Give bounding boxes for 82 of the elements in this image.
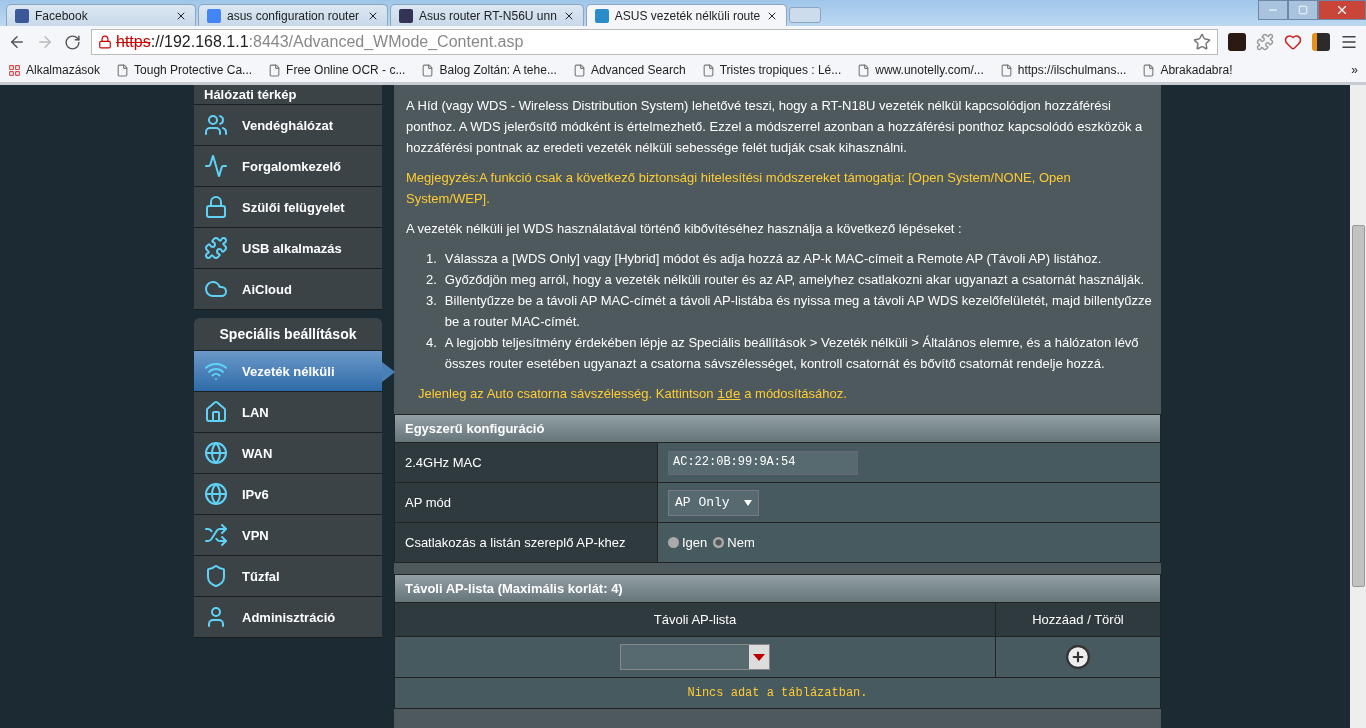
field-label: 2.4GHz MAC (395, 443, 657, 482)
back-icon[interactable] (8, 33, 26, 51)
sidebar-item[interactable]: USB alkalmazás (194, 228, 382, 269)
step-text: Válassza a [WDS Only] vagy [Hybrid] módot és adja hozzá az AP-k MAC-címeit a Remote AP (Távoli AP) listához. (444, 250, 1102, 268)
sidebar-item[interactable]: LAN (194, 392, 382, 433)
notice-text: Jelenleg az Auto csatorna sávszélesség. Kattintson ide a módosításához. (417, 385, 848, 404)
field-label: AP mód (395, 483, 657, 522)
browser-tab[interactable]: Asus router RT-N56U unn (390, 4, 584, 26)
sidebar-item[interactable]: AiCloud (194, 269, 382, 310)
radio-dot[interactable] (713, 537, 725, 548)
reload-icon[interactable] (64, 33, 81, 51)
bookmark-link[interactable]: Alkalmazások (8, 63, 101, 77)
section-header: Egyszerű konfiguráció (395, 415, 1160, 442)
sidebar-item[interactable]: Tűzfal (194, 556, 382, 597)
mac-field[interactable]: AC:22:0B:99:9A:54 (668, 450, 858, 475)
puzzle-icon[interactable] (1256, 33, 1274, 51)
more-bookmarks-button[interactable]: » (1351, 63, 1358, 77)
ap-list-select[interactable] (620, 644, 770, 670)
sidebar-item[interactable]: WAN (194, 433, 382, 474)
star-icon[interactable] (1193, 33, 1211, 51)
page-icon (701, 63, 715, 77)
page-icon (857, 63, 871, 77)
site-icon (594, 8, 609, 23)
empty-message: Nincs adat a táblázatban. (395, 677, 1160, 708)
page-icon (116, 63, 130, 77)
address-bar[interactable]: https://192.168.1.1:8443/Advanced_WMode_Content.asp (91, 29, 1218, 55)
browser-tab[interactable]: asus configuration router (198, 4, 388, 26)
restore-icon (1298, 5, 1308, 15)
column-header: Távoli AP-lista (395, 603, 995, 636)
steps-intro: A vezeték nélküli jel WDS használatával történő kibővítéséhez használja a következő lépéseket : (406, 220, 963, 238)
section-header: Távoli AP-lista (Maximális korlát: 4) (395, 575, 1160, 602)
step-text: Billentyűzze be a távoli AP MAC-címét a távoli AP-listába és nyissa meg a távoli AP WDS kezelőfelületét, majd billentyűzze be a router MAC-címét. (444, 292, 1153, 331)
bookmark-label: Advanced Search (590, 63, 686, 77)
step-number: 3. (426, 292, 437, 310)
sidebar-item[interactable]: Szülői felügyelet (194, 187, 382, 228)
mode-select[interactable]: AP Only (668, 489, 759, 516)
bookmark-label: Abrakadabra! (1160, 63, 1233, 77)
scrollbar[interactable] (1350, 85, 1366, 728)
apps-icon (8, 63, 21, 77)
sidebar-item[interactable]: Vendéghálózat (194, 105, 382, 146)
site-icon (399, 8, 413, 23)
radio-option[interactable]: Igen (668, 532, 708, 553)
step-text: A legjobb teljesítmény érdekében lépje az Speciális beállítások > Vezeték nélküli > Általános elemre, és a hálózaton lévő összes router esetében ugyanazt a csatorna sávszélességet, kontroll csatornát és bővítő csatornát rendelje hozzá. (444, 334, 1140, 373)
minimize-button[interactable] (1258, 0, 1288, 20)
sidebar-item[interactable]: Adminisztráció (194, 597, 382, 638)
step-number: 2. (426, 271, 437, 289)
close-icon (1335, 3, 1349, 17)
bookmark-label: Alkalmazások (26, 63, 101, 77)
page-icon (421, 63, 435, 77)
heart-icon[interactable] (1284, 33, 1302, 51)
note-text: Megjegyzés:A funkció csak a következő biztonsági hitelesítési módszereket támogatja: [Open System/NONE, Open System/WEP]. (406, 169, 1072, 208)
add-icon[interactable] (1065, 644, 1091, 670)
site-icon (15, 8, 29, 23)
field-label: Csatlakozás a listán szereplő AP-khez (395, 523, 657, 562)
extension-icon[interactable] (1312, 33, 1330, 51)
restore-button[interactable] (1288, 0, 1318, 20)
step-number: 4. (426, 334, 437, 352)
sidebar-item[interactable]: Hálózati térkép (194, 85, 382, 105)
browser-tab[interactable]: Facebook (6, 4, 196, 26)
sidebar-item[interactable]: IPv6 (194, 474, 382, 515)
sidebar-item[interactable]: Forgalomkezelő (194, 146, 382, 187)
page-icon (268, 63, 282, 77)
lock-icon[interactable] (98, 35, 112, 49)
extension-icon[interactable] (1228, 33, 1246, 51)
change-link[interactable]: ide (717, 387, 741, 402)
intro-text: A Híd (vagy WDS - Wireless Distribution System) lehetővé teszi, hogy a RT-N18U vezeték nélkül kapcsolódjon hozzáférési ponthoz. A WDS jelerősítő módként is értelmezhető. Ezzel a módszerrel azonban a hozzáférési ponthoz kapcsolódó eszközök a hozzáférési pontnak az eredeti vezeték nélküli sebessége felét tudják csak kihasználni. (406, 97, 1144, 157)
bookmark-link[interactable]: Abrakadabra! (1142, 63, 1233, 77)
step-number: 1. (426, 250, 437, 268)
page-icon (572, 63, 586, 77)
radio-option[interactable]: Nem (713, 532, 755, 553)
caret-icon (743, 499, 752, 506)
site-icon (207, 8, 221, 23)
step-text: Győződjön meg arról, hogy a vezeték nélküli router és az AP, amelyhez csatlakozni akar ugyanazt a csatornát használják. (444, 271, 1145, 289)
sidebar-item[interactable]: Vezeték nélküli (194, 351, 382, 392)
sidebar-item[interactable]: VPN (194, 515, 382, 556)
browser-tab[interactable]: ASUS vezeték nélküli route (585, 4, 788, 26)
section-title: Speciális beállítások (194, 318, 382, 351)
page-icon (1142, 63, 1156, 77)
page-icon (999, 63, 1013, 77)
bookmark-link[interactable]: Advanced Search (572, 63, 686, 77)
radio-dot[interactable] (668, 537, 679, 548)
column-header: Hozzáad / Töröl (995, 603, 1160, 636)
